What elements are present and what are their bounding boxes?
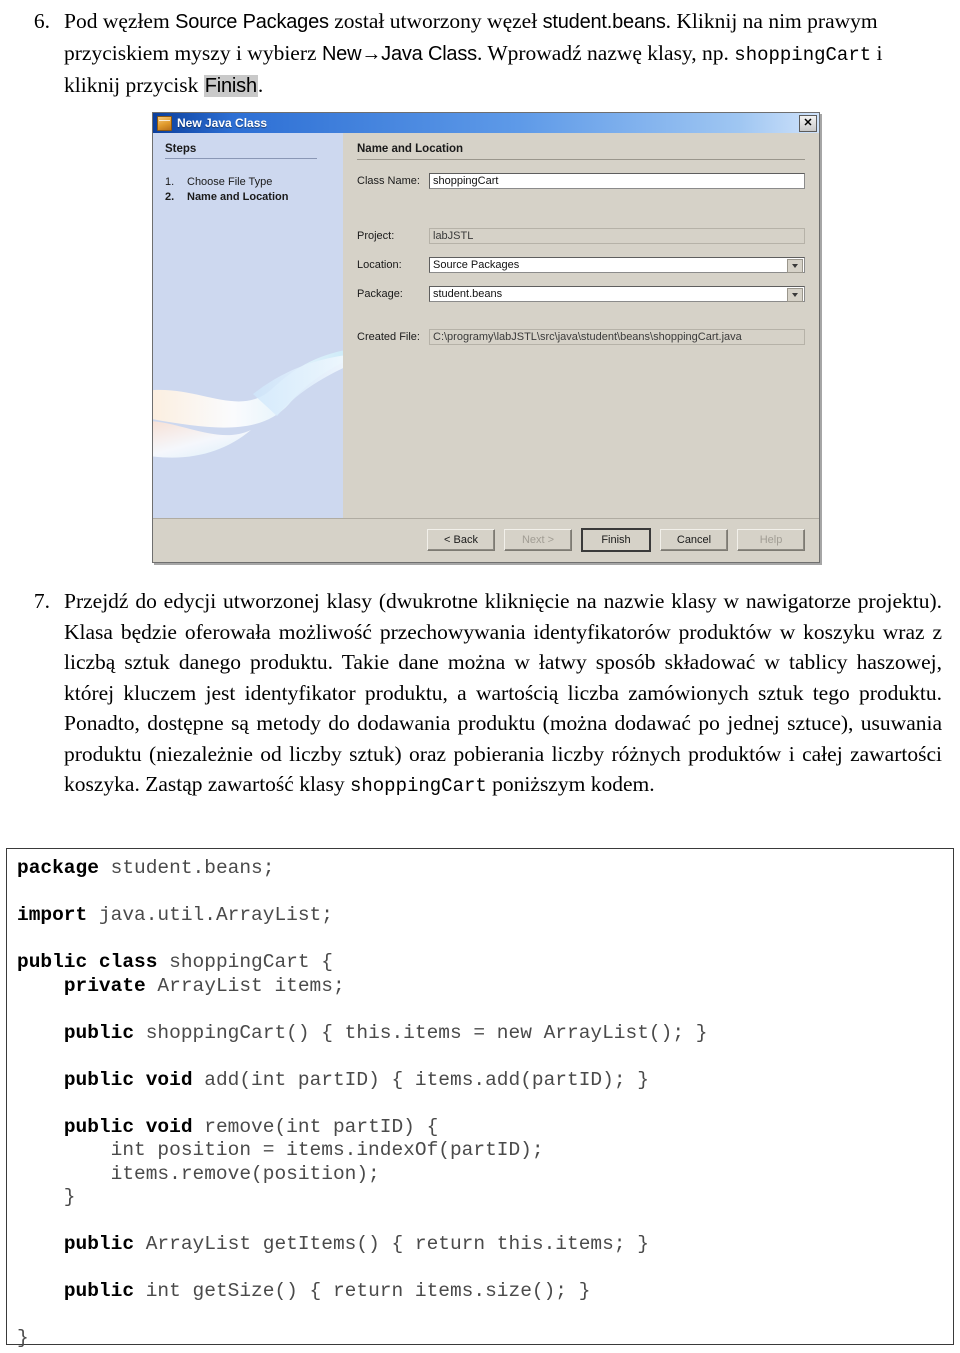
- new-java-class-dialog[interactable]: New Java Class ✕ Steps 1. Choose File Ty…: [152, 112, 820, 563]
- field-row-project: Project: labJSTL: [357, 228, 805, 244]
- location-combobox[interactable]: Source Packages: [429, 257, 805, 273]
- step7-text-after-code: poniższym kodem.: [486, 772, 655, 796]
- step6-ui-finish-highlight: Finish: [203, 75, 258, 97]
- cancel-button[interactable]: Cancel: [660, 528, 728, 551]
- created-file-label: Created File:: [357, 331, 420, 343]
- decorative-swirl-graphic: [153, 350, 343, 458]
- step6-seg-6: . Wprowadź nazwę klasy, np.: [476, 40, 735, 65]
- step6-code-shoppingcart: shoppingCart: [734, 43, 872, 66]
- package-combobox[interactable]: student.beans: [429, 286, 805, 302]
- step6-seg-0: Pod węzłem: [64, 9, 176, 33]
- steps-pane: Steps 1. Choose File Type 2. Name and Lo…: [153, 133, 343, 518]
- location-value: Source Packages: [433, 258, 520, 271]
- panel-title: Name and Location: [357, 143, 805, 160]
- wizard-step-1-number: 1.: [165, 176, 175, 188]
- step6-seg-10: .: [257, 73, 264, 97]
- step6-ui-source-packages: Source Packages: [175, 11, 329, 33]
- step-7-number: 7.: [33, 589, 50, 613]
- project-label: Project:: [357, 230, 395, 242]
- field-row-location: Location: Source Packages: [357, 257, 805, 273]
- step7-code-shoppingcart: shoppingCart: [349, 775, 487, 797]
- location-label: Location:: [357, 259, 402, 271]
- name-and-location-pane: Name and Location Class Name: shoppingCa…: [343, 133, 819, 518]
- field-row-package: Package: student.beans: [357, 286, 805, 302]
- wizard-step-2-label: Name and Location: [187, 191, 289, 203]
- class-name-input[interactable]: shoppingCart: [429, 173, 805, 189]
- created-file-value: C:\programy\labJSTL\src\java\student\bea…: [429, 329, 805, 345]
- step6-ui-student-beans: student.beans: [542, 11, 666, 33]
- finish-button[interactable]: Finish: [581, 527, 651, 552]
- step-6-number: 6.: [33, 9, 50, 33]
- chevron-down-icon[interactable]: [787, 259, 803, 273]
- step6-seg-2: został utworzony węzeł: [328, 9, 543, 33]
- project-value: labJSTL: [429, 228, 805, 244]
- close-icon[interactable]: ✕: [799, 114, 817, 132]
- steps-list: 1. Choose File Type 2. Name and Location: [165, 175, 343, 205]
- help-button: Help: [737, 528, 805, 551]
- step7-text-before-code: Przejdź do edycji utworzonej klasy (dwuk…: [64, 589, 942, 796]
- steps-heading: Steps: [165, 143, 317, 159]
- instruction-step-6: 6. Pod węzłem Source Packages został utw…: [18, 6, 942, 102]
- step-6-text: Pod węzłem Source Packages został utworz…: [64, 6, 942, 102]
- wizard-step-2[interactable]: 2. Name and Location: [165, 190, 343, 205]
- back-button[interactable]: < Back: [427, 528, 495, 551]
- wizard-step-1-label: Choose File Type: [187, 176, 273, 188]
- package-value: student.beans: [433, 287, 503, 300]
- dialog-button-bar: < Back Next > Finish Cancel Help: [153, 518, 819, 560]
- field-row-class-name: Class Name: shoppingCart: [357, 173, 805, 189]
- dialog-title: New Java Class: [177, 116, 268, 130]
- java-class-file-icon: [157, 115, 172, 131]
- java-code-listing: package student.beans; import java.util.…: [6, 848, 954, 1349]
- step6-ui-new-java-class: New→Java Class: [321, 42, 477, 65]
- wizard-step-2-number: 2.: [165, 191, 175, 203]
- field-row-created-file: Created File: C:\programy\labJSTL\src\ja…: [357, 329, 805, 345]
- next-button: Next >: [504, 528, 572, 551]
- dialog-body: Steps 1. Choose File Type 2. Name and Lo…: [153, 133, 819, 518]
- step-7-text: Przejdź do edycji utworzonej klasy (dwuk…: [64, 586, 942, 802]
- dialog-titlebar[interactable]: New Java Class ✕: [153, 113, 819, 133]
- package-label: Package:: [357, 288, 403, 300]
- wizard-step-1[interactable]: 1. Choose File Type: [165, 175, 343, 190]
- class-name-label: Class Name:: [357, 175, 420, 187]
- chevron-down-icon[interactable]: [787, 288, 803, 302]
- instruction-step-7: 7. Przejdź do edycji utworzonej klasy (d…: [18, 586, 942, 802]
- java-source-code: package student.beans; import java.util.…: [17, 857, 708, 1349]
